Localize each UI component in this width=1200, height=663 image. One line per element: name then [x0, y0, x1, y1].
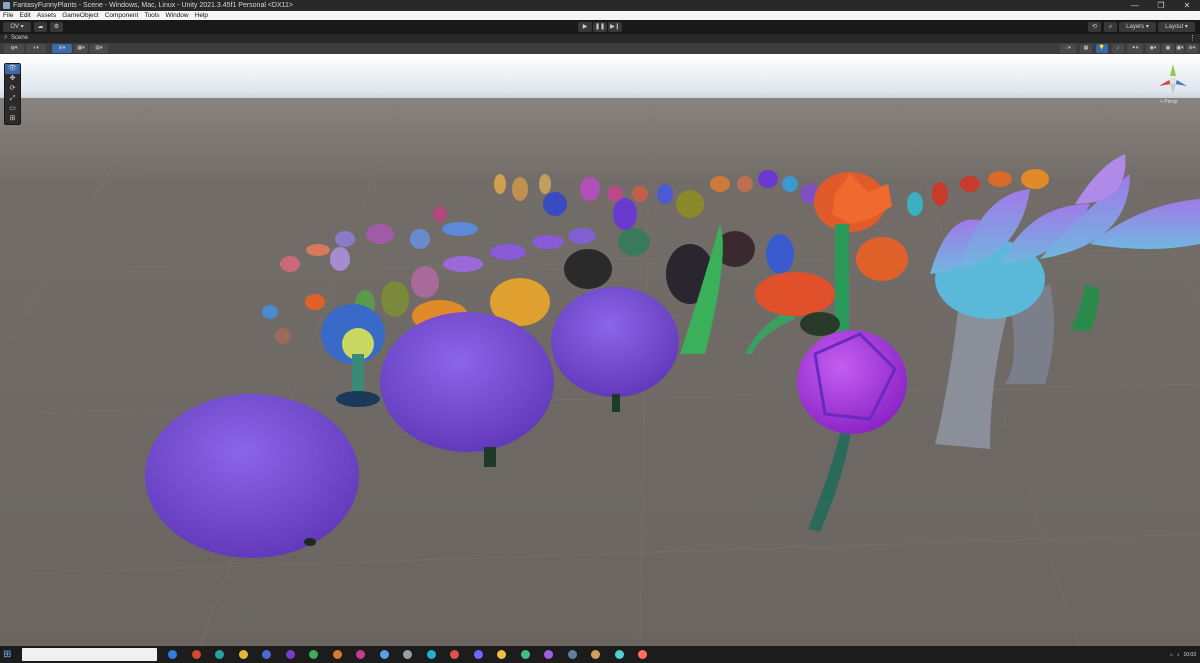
perspective-label[interactable]: < Persp: [1160, 99, 1177, 105]
collab-icon[interactable]: ⚙: [50, 22, 63, 32]
scale-tool-icon[interactable]: ⤢: [5, 94, 20, 104]
start-icon[interactable]: ⊞: [3, 649, 14, 660]
play-button[interactable]: ▶: [578, 22, 592, 32]
unity-logo-icon: [3, 2, 10, 9]
gizmo-z-axis[interactable]: [1175, 80, 1187, 86]
gizmo-y-axis[interactable]: [1170, 64, 1176, 76]
move-tool-icon[interactable]: ✥: [5, 74, 20, 84]
taskbar-app-icon[interactable]: [426, 650, 436, 659]
taskbar-app-icon[interactable]: [497, 650, 506, 659]
scene-panel-header: Scene ⋮: [0, 34, 1200, 43]
menu-bar: File Edit Assets GameObject Component To…: [0, 11, 1200, 20]
taskbar-app-icon[interactable]: [309, 650, 318, 659]
taskbar-app-icon[interactable]: [215, 650, 224, 659]
gizmos-dropdown[interactable]: ⊕▾: [1186, 44, 1198, 53]
camera-dropdown[interactable]: ▣▾: [1176, 44, 1184, 53]
layout-dropdown[interactable]: Layout ▾: [1158, 22, 1195, 32]
visibility-dropdown[interactable]: ◉▾: [1146, 44, 1160, 53]
taskbar-app-icon[interactable]: [473, 650, 483, 659]
window-title: FantasyFunnyPlants - Scene - Windows, Ma…: [13, 2, 294, 9]
window-controls: — ❐ ✕: [1122, 0, 1200, 11]
view-options-dropdown[interactable]: ◌▾: [1060, 44, 1076, 53]
minimize-button[interactable]: —: [1122, 0, 1148, 11]
panel-menu-icon[interactable]: ⋮: [1189, 34, 1196, 43]
orientation-gizmo[interactable]: [1155, 60, 1191, 100]
taskbar-app-icon[interactable]: [544, 650, 553, 659]
menu-file[interactable]: File: [3, 12, 13, 19]
rotate-tool-icon[interactable]: ⟳: [5, 84, 20, 94]
volume-icon[interactable]: ♪: [1177, 652, 1180, 658]
pause-button[interactable]: ❚❚: [593, 22, 607, 32]
shading-dropdown[interactable]: ◐▾: [26, 44, 46, 53]
taskbar-app-icon[interactable]: [168, 650, 177, 659]
scene-render[interactable]: [0, 54, 1200, 646]
scene-viewport[interactable]: [0, 54, 1200, 646]
account-dropdown[interactable]: OV ▾: [3, 22, 31, 32]
main-toolbar: OV ▾ ☁ ⚙ ▶ ❚❚ ▶❙ ⟲ ⌕ Layers ▾ Layout ▾: [0, 20, 1200, 34]
audio-toggle[interactable]: ♪: [1112, 44, 1124, 53]
step-button[interactable]: ▶❙: [608, 22, 622, 32]
taskbar-app-icon[interactable]: [332, 650, 342, 659]
gizmo-x-axis[interactable]: [1159, 80, 1171, 86]
taskbar-app-icon[interactable]: [285, 650, 295, 659]
draw-mode-dropdown[interactable]: ◍▾: [4, 44, 24, 53]
taskbar-app-icon[interactable]: [591, 650, 600, 659]
os-taskbar: ⊞ ⌂ ♪ 10:03: [0, 646, 1200, 663]
sky: [0, 54, 1200, 104]
network-icon[interactable]: ⌂: [1170, 652, 1173, 658]
scene-view-toolbar: ◍▾ ◐▾ ⊞▾ ▦▾ ▤▾ ◌▾ ▦ 💡 ♪ ✦▾ ◉▾ ▣ ▣▾ ⊕▾: [0, 43, 1200, 54]
system-tray: ⌂ ♪ 10:03: [1170, 647, 1196, 662]
menu-window[interactable]: Window: [166, 12, 189, 19]
increment-dropdown[interactable]: ▤▾: [90, 44, 108, 53]
taskbar-app-icon[interactable]: [403, 650, 412, 659]
tab-scene[interactable]: Scene: [2, 34, 28, 43]
snap-dropdown[interactable]: ▦▾: [74, 44, 88, 53]
taskbar-app-icon[interactable]: [238, 650, 248, 659]
menu-component[interactable]: Component: [105, 12, 139, 19]
camera-toggle[interactable]: ▣: [1162, 44, 1174, 53]
cloud-icon[interactable]: ☁: [34, 22, 47, 32]
view-tool-icon[interactable]: 👁: [5, 64, 20, 74]
layers-dropdown[interactable]: Layers ▾: [1119, 22, 1156, 32]
taskbar-app-icon[interactable]: [450, 650, 459, 659]
taskbar-app-icon[interactable]: [191, 650, 201, 659]
taskbar-app-icon[interactable]: [262, 650, 271, 659]
taskbar-app-icon[interactable]: [356, 650, 365, 659]
search-icon[interactable]: ⌕: [1104, 22, 1117, 32]
rect-tool-icon[interactable]: ▭: [5, 104, 20, 114]
2d-toggle[interactable]: ▦: [1080, 44, 1092, 53]
tool-palette: 👁 ✥ ⟳ ⤢ ▭ ⊞: [4, 63, 21, 125]
taskbar-app-icon[interactable]: [379, 650, 389, 659]
lighting-toggle[interactable]: 💡: [1096, 44, 1108, 53]
taskbar-app-icon[interactable]: [567, 650, 577, 659]
taskbar-app-icon[interactable]: [638, 650, 647, 659]
maximize-button[interactable]: ❐: [1148, 0, 1174, 11]
close-button[interactable]: ✕: [1174, 0, 1200, 11]
menu-edit[interactable]: Edit: [19, 12, 30, 19]
transform-tool-icon[interactable]: ⊞: [5, 114, 20, 124]
taskbar-app-icon[interactable]: [520, 650, 530, 659]
effects-dropdown[interactable]: ✦▾: [1127, 44, 1143, 53]
clock[interactable]: 10:03: [1183, 652, 1196, 658]
window-titlebar: FantasyFunnyPlants - Scene - Windows, Ma…: [0, 0, 1200, 11]
grid-dropdown[interactable]: ⊞▾: [52, 44, 72, 53]
purple-blob-plant-large[interactable]: [145, 394, 359, 558]
menu-help[interactable]: Help: [195, 12, 208, 19]
gizmo-neg-y-axis[interactable]: [1170, 84, 1176, 94]
history-icon[interactable]: ⟲: [1088, 22, 1101, 32]
gizmo-center[interactable]: [1170, 78, 1176, 84]
menu-assets[interactable]: Assets: [37, 12, 57, 19]
clock-time: 10:03: [1183, 651, 1196, 658]
menu-gameobject[interactable]: GameObject: [62, 12, 99, 19]
taskbar-search-box[interactable]: [22, 648, 157, 661]
menu-tools[interactable]: Tools: [144, 12, 159, 19]
taskbar-app-icon[interactable]: [614, 650, 624, 659]
